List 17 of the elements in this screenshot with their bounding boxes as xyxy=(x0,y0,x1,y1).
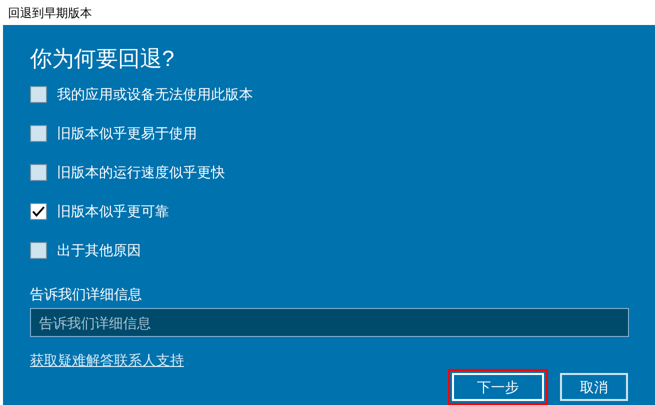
checkbox-label: 旧版本似乎更易于使用 xyxy=(57,124,197,143)
details-label: 告诉我们详细信息 xyxy=(30,285,143,304)
checkbox[interactable] xyxy=(30,203,47,220)
details-field[interactable]: 告诉我们详细信息 xyxy=(30,308,629,337)
checkmark-icon xyxy=(32,206,45,217)
checkbox[interactable] xyxy=(30,125,47,142)
window-title: 回退到早期版本 xyxy=(8,4,92,22)
checkbox[interactable] xyxy=(30,164,47,181)
checkbox-label: 出于其他原因 xyxy=(57,241,141,260)
support-link[interactable]: 获取疑难解答联系人支持 xyxy=(30,350,184,371)
dialog-heading: 你为何要回退? xyxy=(30,45,176,73)
checkbox[interactable] xyxy=(30,86,47,103)
checkbox-label: 旧版本的运行速度似乎更快 xyxy=(57,163,225,182)
checkbox-label: 我的应用或设备无法使用此版本 xyxy=(57,85,253,104)
checkbox-label: 旧版本似乎更可靠 xyxy=(57,202,169,221)
dialog-button[interactable]: 取消 xyxy=(560,373,628,401)
checkbox[interactable] xyxy=(30,242,47,259)
